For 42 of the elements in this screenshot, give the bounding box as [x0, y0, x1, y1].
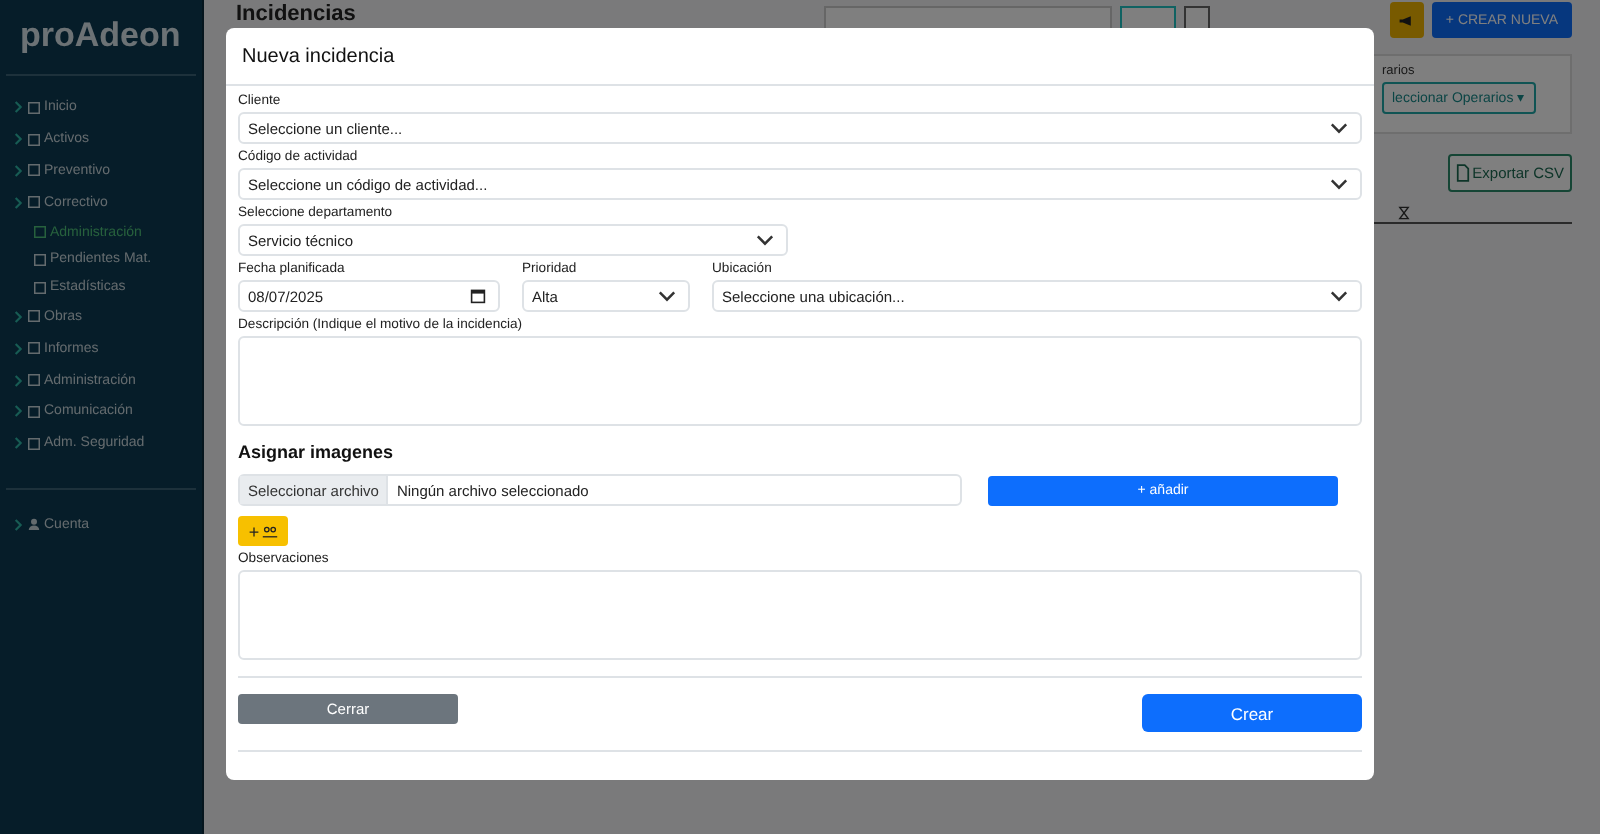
square-icon	[28, 374, 40, 387]
chevron-right-icon	[14, 132, 24, 147]
square-icon	[28, 164, 40, 177]
square-icon	[34, 226, 46, 239]
square-icon	[28, 405, 40, 418]
user-icon	[28, 518, 40, 531]
chevron-down-icon	[1330, 290, 1348, 302]
chevron-right-icon	[14, 341, 24, 356]
chevron-down-icon	[756, 234, 774, 246]
hourglass-icon	[1398, 206, 1410, 220]
description-field[interactable]	[238, 336, 1362, 426]
modal-title: Nueva incidencia	[226, 28, 1374, 86]
megaphone-icon	[1398, 13, 1415, 27]
app-logo: proAdeon	[6, 0, 196, 76]
document-icon	[1456, 164, 1471, 182]
add-people-button[interactable]: +	[238, 516, 288, 546]
chevron-right-icon	[14, 517, 24, 532]
people-icon	[261, 525, 278, 537]
square-icon	[34, 281, 46, 294]
calendar-icon	[470, 288, 486, 304]
section-heading: Asignar imagenes	[238, 442, 396, 462]
chevron-down-icon	[658, 290, 676, 302]
chevron-right-icon	[14, 100, 24, 115]
chevron-right-icon	[14, 373, 24, 388]
create-button[interactable]: Crear	[1142, 694, 1362, 732]
chevron-right-icon	[14, 309, 24, 324]
chevron-right-icon	[14, 436, 24, 451]
square-icon	[28, 342, 40, 355]
chevron-right-icon	[14, 404, 24, 419]
square-icon	[34, 253, 46, 266]
square-icon	[28, 196, 40, 209]
square-icon	[28, 133, 40, 146]
observations-field[interactable]	[238, 570, 1362, 660]
chevron-right-icon	[14, 163, 24, 178]
square-icon	[28, 310, 40, 323]
square-icon	[28, 437, 40, 450]
square-icon	[28, 101, 40, 114]
chevron-down-icon	[1330, 122, 1348, 134]
page-title: Incidencias	[236, 4, 358, 26]
chevron-right-icon	[14, 195, 24, 210]
announce-button[interactable]	[1389, 2, 1424, 38]
chevron-down-icon	[1330, 178, 1348, 190]
